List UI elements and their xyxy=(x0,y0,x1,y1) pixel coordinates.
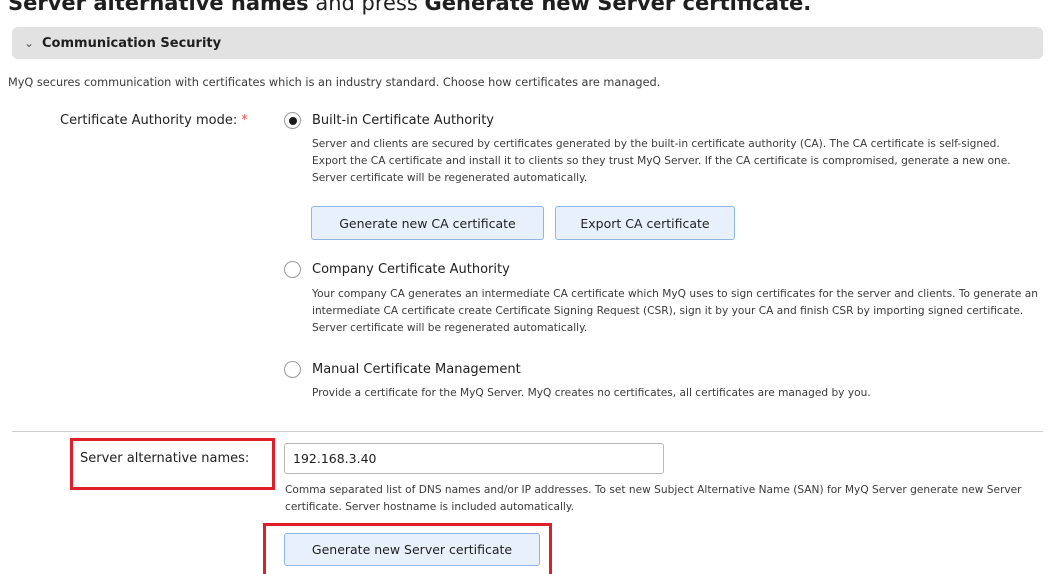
instruction-bold: Server alternative names xyxy=(8,0,309,15)
ca-mode-label-text: Certificate Authority mode: xyxy=(60,113,238,128)
chevron-down-icon: ⌄ xyxy=(24,36,35,50)
option-desc-built-in-ca: Server and clients are secured by certif… xyxy=(312,138,1011,184)
server-alternative-names-input[interactable] xyxy=(284,443,664,474)
radio-manual-certificate-management[interactable] xyxy=(284,361,301,378)
section-title: Communication Security xyxy=(42,35,222,51)
generate-new-server-certificate-button[interactable]: Generate new Server certificate xyxy=(284,533,540,566)
server-alternative-names-help: Comma separated list of DNS names and/or… xyxy=(285,484,1022,513)
option-title-built-in-ca[interactable]: Built-in Certificate Authority xyxy=(312,113,494,128)
export-ca-certificate-button[interactable]: Export CA certificate xyxy=(555,206,735,240)
instruction-plain: and press xyxy=(308,0,425,15)
section-divider xyxy=(12,431,1043,432)
instruction-text: Server alternative names and press Gener… xyxy=(8,0,811,15)
generate-new-ca-certificate-button[interactable]: Generate new CA certificate xyxy=(311,206,544,240)
ca-mode-label: Certificate Authority mode: * xyxy=(60,113,248,128)
radio-built-in-ca[interactable] xyxy=(284,112,301,129)
instruction-bold-2: Generate new Server certificate. xyxy=(424,0,812,15)
required-mark: * xyxy=(241,113,248,128)
option-desc-manual-certificate-management: Provide a certificate for the MyQ Server… xyxy=(312,387,871,399)
radio-company-ca[interactable] xyxy=(284,261,301,278)
server-alternative-names-label: Server alternative names: xyxy=(80,451,250,466)
option-title-company-ca[interactable]: Company Certificate Authority xyxy=(312,262,510,277)
page: Server alternative names and press Gener… xyxy=(0,0,1057,574)
section-header-communication-security[interactable]: ⌄ Communication Security xyxy=(12,27,1043,59)
section-intro: MyQ secures communication with certifica… xyxy=(8,76,661,89)
option-desc-company-ca: Your company CA generates an intermediat… xyxy=(312,288,1038,334)
option-title-manual-certificate-management[interactable]: Manual Certificate Management xyxy=(312,362,521,377)
